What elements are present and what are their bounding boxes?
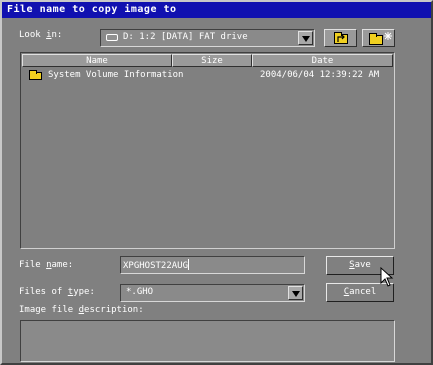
list-item[interactable]: System Volume Information 2004/06/04 12:… <box>27 70 387 82</box>
folder-icon <box>29 70 42 80</box>
column-header-name[interactable]: Name <box>22 54 172 67</box>
file-type-label: Files of type: <box>19 287 95 297</box>
sparkle-icon <box>384 32 392 40</box>
file-name-input[interactable]: XPGHOST22AUG <box>120 256 305 274</box>
file-name-label: File name: <box>19 260 74 270</box>
file-type-dropdown-arrow[interactable] <box>288 286 303 300</box>
column-header-size[interactable]: Size <box>172 54 252 67</box>
mouse-pointer-icon <box>380 267 394 287</box>
list-item-name: System Volume Information <box>48 70 184 80</box>
description-label: Image file description: <box>19 305 144 315</box>
dialog-title: File name to copy image to <box>2 2 431 18</box>
description-textarea[interactable] <box>20 320 395 362</box>
file-type-value: *.GHO <box>126 287 154 297</box>
list-item-date: 2004/06/04 12:39:22 AM <box>260 70 380 80</box>
file-type-dropdown[interactable]: *.GHO <box>120 284 305 302</box>
look-in-label: Look in: <box>19 30 63 40</box>
up-one-level-button[interactable] <box>324 29 357 47</box>
new-folder-icon <box>369 33 383 45</box>
file-name-value: XPGHOST22AUG <box>123 261 189 271</box>
text-caret <box>188 259 190 270</box>
look-in-value: D: 1:2 [DATA] FAT drive <box>123 32 248 42</box>
new-folder-button[interactable] <box>362 29 395 47</box>
up-arrow-icon <box>337 35 345 42</box>
look-in-dropdown[interactable]: D: 1:2 [DATA] FAT drive <box>100 29 315 47</box>
file-list[interactable]: Name Size Date System Volume Information… <box>20 52 395 249</box>
look-in-dropdown-arrow[interactable] <box>298 31 313 45</box>
hard-drive-icon <box>106 34 118 41</box>
save-image-dialog: File name to copy image to Look in: D: 1… <box>0 0 433 365</box>
column-header-date[interactable]: Date <box>252 54 393 67</box>
